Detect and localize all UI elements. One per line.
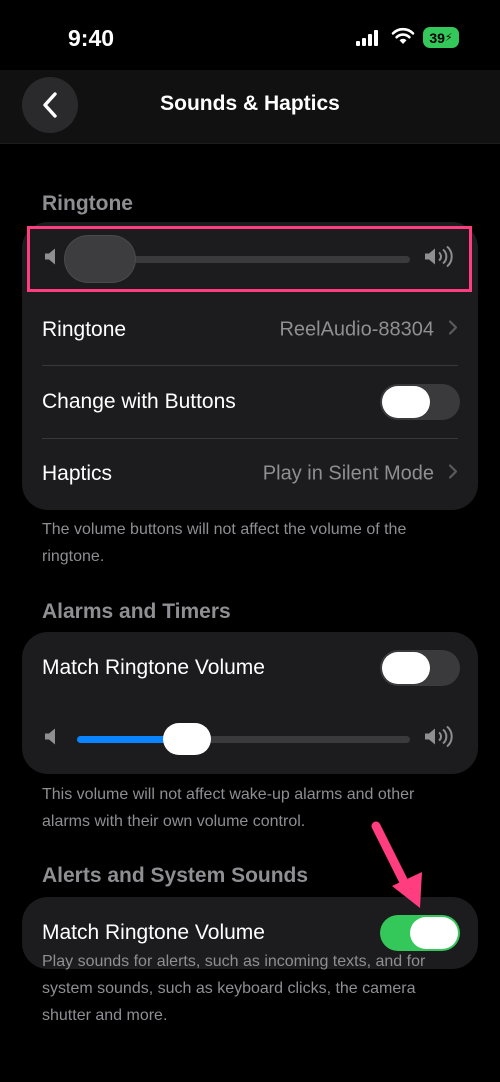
change-with-buttons-label: Change with Buttons: [42, 390, 236, 413]
alerts-footer: Play sounds for alerts, such as incoming…: [42, 953, 426, 1024]
ringtone-label: Ringtone: [42, 318, 127, 341]
alarms-match-volume-label: Match Ringtone Volume: [42, 656, 265, 679]
section-header-ringtone: Ringtone: [42, 192, 133, 215]
ringtone-row[interactable]: Ringtone ReelAudio-88304: [22, 294, 478, 366]
highlight-box: [27, 226, 472, 292]
status-bar: 9:40 39 ⚡: [0, 0, 500, 70]
chevron-right-icon: [448, 464, 458, 485]
battery-icon: 39 ⚡: [423, 27, 459, 48]
ringtone-footer: The volume buttons will not affect the v…: [42, 521, 407, 565]
haptics-row[interactable]: Haptics Play in Silent Mode: [22, 438, 478, 510]
haptics-label: Haptics: [42, 462, 113, 485]
change-with-buttons-toggle[interactable]: [380, 384, 460, 420]
speaker-high-icon: [424, 725, 456, 753]
wifi-icon: [391, 27, 415, 50]
annotation-arrow-icon: [371, 821, 422, 908]
navigation-bar: Sounds & Haptics: [0, 70, 500, 144]
toggle-knob: [410, 917, 458, 949]
ringtone-value: ReelAudio-88304: [279, 318, 434, 341]
speaker-low-icon: [44, 727, 60, 752]
toggle-knob: [382, 652, 430, 684]
slider-thumb[interactable]: [162, 723, 211, 755]
section-header-alerts: Alerts and System Sounds: [42, 864, 309, 887]
alerts-match-volume-label: Match Ringtone Volume: [42, 921, 265, 944]
alerts-match-volume-toggle[interactable]: [380, 915, 460, 951]
slider-track: [77, 723, 410, 755]
alarms-volume-slider[interactable]: [22, 709, 478, 769]
slider-fill: [77, 735, 167, 743]
change-with-buttons-row: Change with Buttons: [22, 366, 478, 438]
haptics-value: Play in Silent Mode: [262, 462, 434, 485]
section-header-alarms: Alarms and Timers: [42, 600, 231, 623]
cellular-signal-icon: [356, 30, 380, 51]
alarms-match-volume-row: Match Ringtone Volume: [22, 632, 478, 704]
battery-percent: 39: [429, 29, 445, 46]
alarms-card: Match Ringtone Volume: [22, 632, 478, 774]
toggle-knob: [382, 386, 430, 418]
page-title: Sounds & Haptics: [160, 92, 340, 115]
alarms-match-volume-toggle[interactable]: [380, 650, 460, 686]
chevron-right-icon: [448, 320, 458, 341]
status-time: 9:40: [68, 25, 115, 51]
